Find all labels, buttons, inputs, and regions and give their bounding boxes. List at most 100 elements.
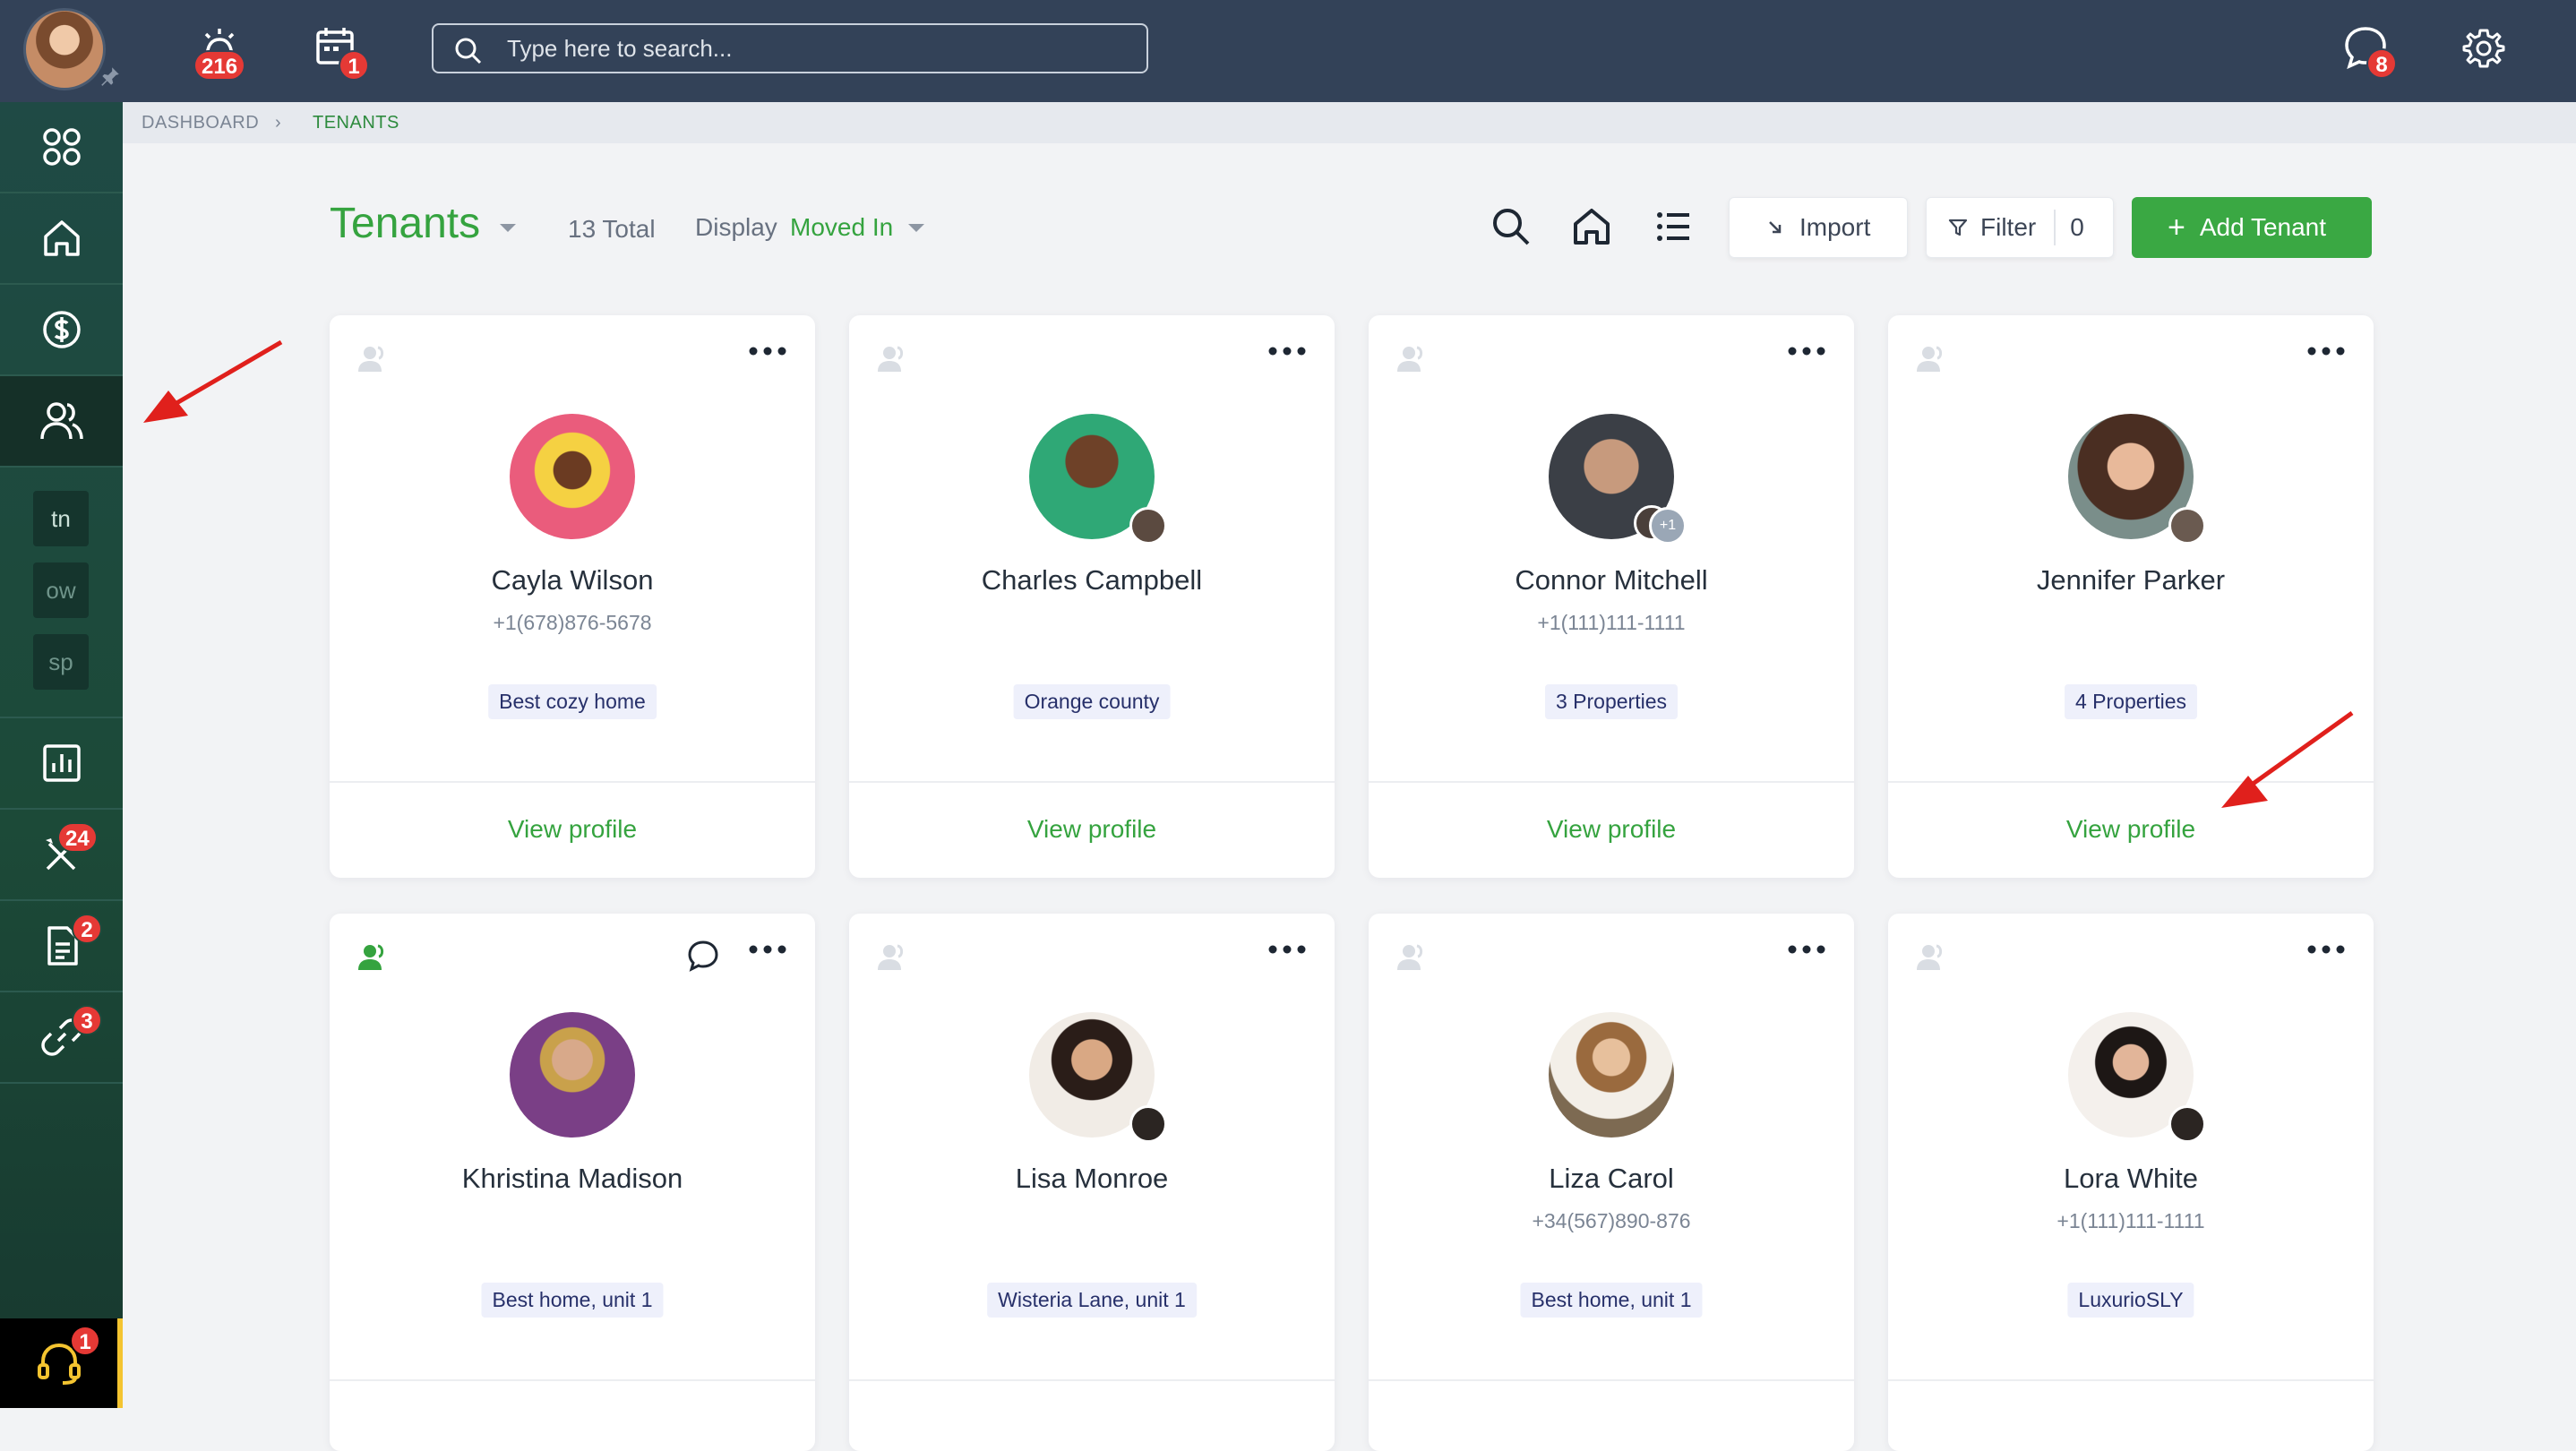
tenant-card[interactable]: Liza Carol +34(567)890-876 Best home, un…: [1369, 914, 1854, 1451]
more-options-icon[interactable]: [747, 340, 788, 362]
dollar-icon: [42, 311, 81, 348]
filter-button[interactable]: Filter 0: [1926, 197, 2114, 258]
divider: [1888, 1379, 2374, 1381]
search-box[interactable]: [432, 23, 1148, 73]
tenant-card[interactable]: Lora White +1(111)111-1111 LuxurioSLY: [1888, 914, 2374, 1451]
messages-badge: 8: [2366, 48, 2397, 79]
tenant-name: Lora White: [2064, 1163, 2198, 1194]
property-tag: 4 Properties: [2064, 684, 2198, 719]
property-tag: Wisteria Lane, unit 1: [987, 1283, 1197, 1318]
chevron-right-icon: ›: [275, 113, 282, 133]
support-button[interactable]: 1: [0, 1318, 123, 1408]
view-profile-link[interactable]: View profile: [1369, 815, 1854, 844]
more-options-icon[interactable]: [2306, 340, 2347, 362]
sidebar-item-maintenance[interactable]: [0, 810, 123, 901]
title-chevron-down-icon[interactable]: [500, 224, 516, 232]
header-home-icon[interactable]: [1571, 206, 1612, 247]
divider: [849, 1379, 1335, 1381]
property-tag: Best home, unit 1: [1520, 1283, 1703, 1318]
person-icon: [1917, 346, 1943, 372]
person-icon: [358, 346, 384, 372]
sidebar-item-accounting[interactable]: [0, 285, 123, 376]
more-options-icon[interactable]: [1786, 939, 1827, 960]
more-options-icon[interactable]: [1786, 340, 1827, 362]
sidebar-item-sp[interactable]: sp: [33, 634, 89, 690]
tenant-phone: +34(567)890-876: [1532, 1209, 1691, 1232]
add-tenant-button[interactable]: + Add Tenant: [2132, 197, 2372, 258]
filter-label: Filter: [1980, 213, 2037, 241]
breadcrumb-dashboard[interactable]: DASHBOARD: [142, 113, 259, 133]
property-tag: Best home, unit 1: [481, 1283, 664, 1318]
message-bubble-icon[interactable]: [686, 939, 720, 973]
display-filter-value[interactable]: Moved In: [790, 213, 893, 242]
sidebar-item-ow[interactable]: ow: [33, 562, 89, 618]
tenant-photo: [510, 414, 635, 539]
plus-icon: +: [2168, 210, 2185, 245]
divider: [330, 781, 815, 783]
co-tenant-avatar: [2168, 1105, 2206, 1143]
sidebar-item-links[interactable]: [0, 992, 123, 1084]
calendar-badge: 1: [339, 50, 369, 81]
breadcrumb-current: TENANTS: [313, 113, 399, 133]
list-view-icon[interactable]: [1653, 206, 1695, 247]
more-options-icon[interactable]: [2306, 939, 2347, 960]
settings-gear-icon[interactable]: [2460, 23, 2508, 72]
sidebar-item-tn[interactable]: tn: [33, 491, 89, 546]
grid-icon: [42, 128, 81, 166]
tenant-card[interactable]: Cayla Wilson +1(678)876-5678 Best cozy h…: [330, 315, 815, 878]
tenant-photo: [510, 1012, 635, 1138]
import-label: Import: [1799, 213, 1871, 241]
property-tag: Best cozy home: [488, 684, 657, 719]
search-icon: [455, 38, 482, 64]
more-options-icon[interactable]: [1267, 340, 1308, 362]
sidebar-item-documents[interactable]: [0, 901, 123, 992]
tenant-name: Jennifer Parker: [2036, 564, 2226, 596]
divider: [330, 1379, 815, 1381]
view-profile-link[interactable]: View profile: [849, 815, 1335, 844]
view-profile-link[interactable]: View profile: [330, 815, 815, 844]
tenant-name: Lisa Monroe: [1015, 1163, 1169, 1194]
support-badge: 1: [70, 1326, 100, 1356]
links-badge: 3: [72, 1005, 102, 1035]
tenant-name: Cayla Wilson: [491, 564, 654, 596]
filter-funnel-icon: [1948, 219, 1968, 236]
tenant-phone: +1(111)111-1111: [1537, 611, 1686, 634]
tenant-card[interactable]: +1 Connor Mitchell +1(111)111-1111 3 Pro…: [1369, 315, 1854, 878]
annotation-arrow-sidebar: [143, 339, 283, 423]
import-arrow-icon: [1769, 221, 1782, 234]
co-tenant-avatar: [2168, 507, 2206, 545]
sidebar-item-people[interactable]: [0, 376, 123, 468]
divider: [1369, 781, 1854, 783]
sidebar-item-dashboard[interactable]: [0, 102, 123, 193]
more-co-tenants-badge: +1: [1649, 507, 1687, 545]
chart-icon: [42, 744, 81, 782]
add-tenant-label: Add Tenant: [2199, 213, 2327, 241]
filter-count: 0: [2070, 213, 2084, 241]
tenant-name: Charles Campbell: [981, 564, 1203, 596]
tenant-phone: +1(111)111-1111: [2057, 1209, 2205, 1232]
header-search-icon[interactable]: [1490, 206, 1532, 247]
more-options-icon[interactable]: [747, 939, 788, 960]
property-tag: LuxurioSLY: [2067, 1283, 2194, 1318]
page-title[interactable]: Tenants: [330, 199, 480, 248]
tenant-card[interactable]: Khristina Madison Best home, unit 1: [330, 914, 815, 1451]
import-button[interactable]: Import: [1729, 197, 1908, 258]
home-icon: [43, 220, 80, 256]
display-chevron-down-icon[interactable]: [908, 224, 924, 232]
sidebar-item-reports[interactable]: [0, 718, 123, 810]
breadcrumb: DASHBOARD › TENANTS: [123, 102, 2576, 143]
sidebar-item-properties[interactable]: [0, 193, 123, 285]
tenant-phone: +1(678)876-5678: [493, 611, 652, 634]
view-profile-link[interactable]: View profile: [1888, 815, 2374, 844]
divider: [1369, 1379, 1854, 1381]
total-count: 13 Total: [568, 215, 656, 243]
user-avatar[interactable]: [23, 8, 106, 90]
tenant-name: Liza Carol: [1549, 1163, 1674, 1194]
sidebar: tn ow sp 24 2 3 1: [0, 102, 123, 1408]
more-options-icon[interactable]: [1267, 939, 1308, 960]
co-tenant-avatar: [1129, 507, 1167, 545]
search-input[interactable]: [505, 32, 1132, 64]
tenant-card[interactable]: Lisa Monroe Wisteria Lane, unit 1: [849, 914, 1335, 1451]
tenant-card[interactable]: Charles Campbell Orange county View prof…: [849, 315, 1335, 878]
divider: [849, 781, 1335, 783]
